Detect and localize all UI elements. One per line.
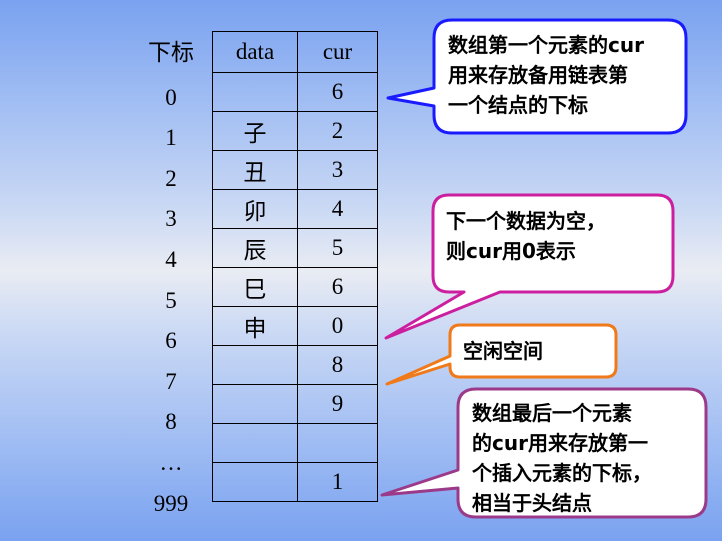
callout-last-text: 数组最后一个元素 的cur用来存放第一 个插入元素的下标， 相当于头结点 xyxy=(472,398,652,518)
callout-line: 的cur用来存放第一 xyxy=(472,431,648,455)
callout-free-text: 空闲空间 xyxy=(463,336,543,366)
callout-line: 相当于头结点 xyxy=(472,491,592,515)
callout-line: 下一个数据为空， xyxy=(446,209,606,233)
callout-line: 则cur用0表示 xyxy=(446,239,576,263)
callout-line: 个插入元素的下标， xyxy=(472,461,652,485)
callout-line: 数组最后一个元素 xyxy=(472,401,632,425)
callout-line: 数组第一个元素的cur xyxy=(448,33,644,57)
callout-first-text: 数组第一个元素的cur 用来存放备用链表第 一个结点的下标 xyxy=(448,30,644,120)
callout-line: 空闲空间 xyxy=(463,339,543,363)
callout-line: 一个结点的下标 xyxy=(448,93,588,117)
callout-line: 用来存放备用链表第 xyxy=(448,63,628,87)
callout-null-text: 下一个数据为空， 则cur用0表示 xyxy=(446,206,606,266)
